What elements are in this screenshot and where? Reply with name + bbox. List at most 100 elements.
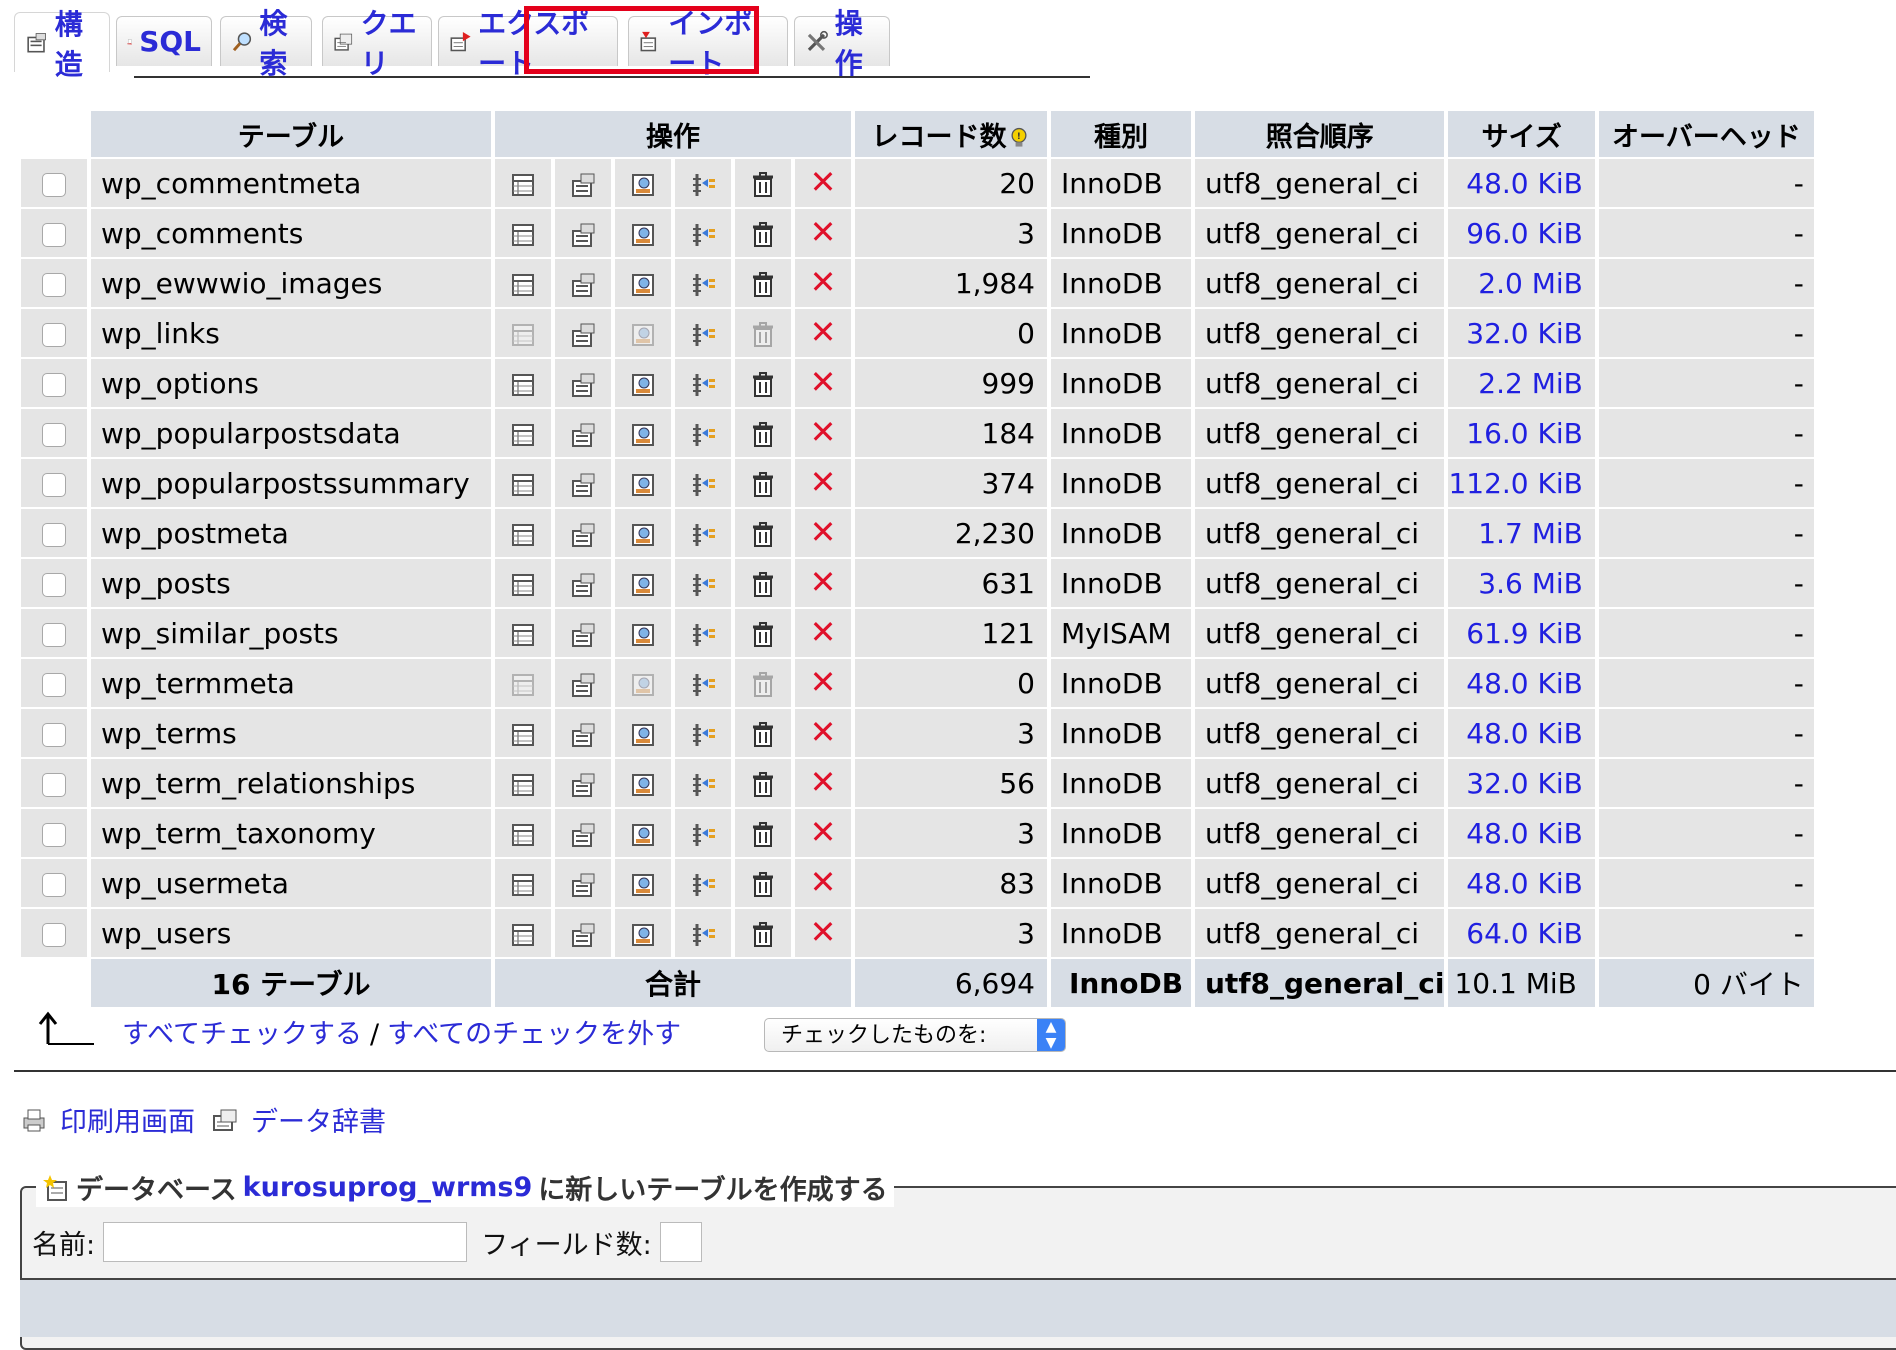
search-action[interactable]: [615, 857, 671, 907]
size-link[interactable]: 2.2 MiB: [1448, 357, 1595, 407]
empty-action[interactable]: [735, 357, 791, 407]
table-name-link[interactable]: wp_popularpostsdata: [91, 407, 491, 457]
drop-action[interactable]: ✕: [795, 457, 851, 507]
structure-action[interactable]: [555, 657, 611, 707]
insert-action[interactable]: [675, 407, 731, 457]
size-link[interactable]: 64.0 KiB: [1448, 907, 1595, 957]
row-checkbox[interactable]: [42, 872, 66, 897]
table-name-link[interactable]: wp_users: [91, 907, 491, 957]
drop-action[interactable]: ✕: [795, 257, 851, 307]
empty-action[interactable]: [735, 757, 791, 807]
tab-search[interactable]: 検索: [220, 7, 312, 80]
row-checkbox[interactable]: [42, 572, 66, 597]
structure-action[interactable]: [555, 157, 611, 207]
browse-action[interactable]: [495, 207, 551, 257]
structure-action[interactable]: [555, 457, 611, 507]
insert-action[interactable]: [675, 207, 731, 257]
search-action[interactable]: [615, 557, 671, 607]
insert-action[interactable]: [675, 157, 731, 207]
row-checkbox[interactable]: [42, 172, 66, 197]
size-link[interactable]: 48.0 KiB: [1448, 657, 1595, 707]
search-action[interactable]: [615, 457, 671, 507]
search-action[interactable]: [615, 407, 671, 457]
insert-action[interactable]: [675, 607, 731, 657]
insert-action[interactable]: [675, 257, 731, 307]
size-link[interactable]: 48.0 KiB: [1448, 707, 1595, 757]
header-overhead[interactable]: オーバーヘッド: [1598, 111, 1814, 157]
insert-action[interactable]: [675, 457, 731, 507]
insert-action[interactable]: [675, 507, 731, 557]
drop-action[interactable]: ✕: [795, 757, 851, 807]
row-checkbox[interactable]: [42, 622, 66, 647]
structure-action[interactable]: [555, 257, 611, 307]
drop-action[interactable]: ✕: [795, 557, 851, 607]
search-action[interactable]: [615, 507, 671, 557]
structure-action[interactable]: [555, 807, 611, 857]
size-link[interactable]: 32.0 KiB: [1448, 307, 1595, 357]
row-checkbox[interactable]: [42, 822, 66, 847]
table-name-link[interactable]: wp_commentmeta: [91, 157, 491, 207]
drop-action[interactable]: ✕: [795, 307, 851, 357]
tab-sql[interactable]: SQL SQL: [116, 16, 212, 66]
table-name-link[interactable]: wp_links: [91, 307, 491, 357]
drop-action[interactable]: ✕: [795, 907, 851, 957]
drop-action[interactable]: ✕: [795, 507, 851, 557]
row-checkbox[interactable]: [42, 422, 66, 447]
table-name-link[interactable]: wp_term_relationships: [91, 757, 491, 807]
search-action[interactable]: [615, 657, 671, 707]
structure-action[interactable]: [555, 357, 611, 407]
drop-action[interactable]: ✕: [795, 207, 851, 257]
empty-action[interactable]: [735, 207, 791, 257]
structure-action[interactable]: [555, 207, 611, 257]
row-checkbox[interactable]: [42, 722, 66, 747]
empty-action[interactable]: [735, 407, 791, 457]
structure-action[interactable]: [555, 507, 611, 557]
insert-action[interactable]: [675, 557, 731, 607]
empty-action[interactable]: [735, 607, 791, 657]
header-records[interactable]: レコード数!: [855, 111, 1047, 157]
header-engine[interactable]: 種別: [1051, 111, 1191, 157]
row-checkbox[interactable]: [42, 522, 66, 547]
search-action[interactable]: [615, 807, 671, 857]
search-action[interactable]: [615, 257, 671, 307]
table-name-link[interactable]: wp_usermeta: [91, 857, 491, 907]
row-checkbox[interactable]: [42, 922, 66, 947]
browse-action[interactable]: [495, 307, 551, 357]
browse-action[interactable]: [495, 157, 551, 207]
search-action[interactable]: [615, 157, 671, 207]
with-selected-dropdown[interactable]: チェックしたものを: ▲ ▼: [764, 1018, 1066, 1052]
row-checkbox[interactable]: [42, 272, 66, 297]
size-link[interactable]: 3.6 MiB: [1448, 557, 1595, 607]
drop-action[interactable]: ✕: [795, 157, 851, 207]
size-link[interactable]: 2.0 MiB: [1448, 257, 1595, 307]
structure-action[interactable]: [555, 607, 611, 657]
row-checkbox[interactable]: [42, 322, 66, 347]
empty-action[interactable]: [735, 157, 791, 207]
table-name-link[interactable]: wp_options: [91, 357, 491, 407]
insert-action[interactable]: [675, 857, 731, 907]
browse-action[interactable]: [495, 807, 551, 857]
header-collation[interactable]: 照合順序: [1195, 111, 1445, 157]
insert-action[interactable]: [675, 807, 731, 857]
browse-action[interactable]: [495, 357, 551, 407]
table-name-link[interactable]: wp_termmeta: [91, 657, 491, 707]
table-name-link[interactable]: wp_ewwwio_images: [91, 257, 491, 307]
drop-action[interactable]: ✕: [795, 357, 851, 407]
tab-query[interactable]: クエリ: [322, 7, 432, 80]
drop-action[interactable]: ✕: [795, 707, 851, 757]
search-action[interactable]: [615, 207, 671, 257]
size-link[interactable]: 48.0 KiB: [1448, 157, 1595, 207]
row-checkbox[interactable]: [42, 222, 66, 247]
drop-action[interactable]: ✕: [795, 657, 851, 707]
size-link[interactable]: 96.0 KiB: [1448, 207, 1595, 257]
size-link[interactable]: 112.0 KiB: [1448, 457, 1595, 507]
row-checkbox[interactable]: [42, 672, 66, 697]
tab-structure[interactable]: 構造: [14, 8, 110, 81]
size-link[interactable]: 48.0 KiB: [1448, 857, 1595, 907]
size-link[interactable]: 48.0 KiB: [1448, 807, 1595, 857]
empty-action[interactable]: [735, 707, 791, 757]
empty-action[interactable]: [735, 557, 791, 607]
table-name-link[interactable]: wp_terms: [91, 707, 491, 757]
table-name-link[interactable]: wp_term_taxonomy: [91, 807, 491, 857]
uncheck-all-link[interactable]: すべてのチェックを外す: [387, 1019, 681, 1050]
